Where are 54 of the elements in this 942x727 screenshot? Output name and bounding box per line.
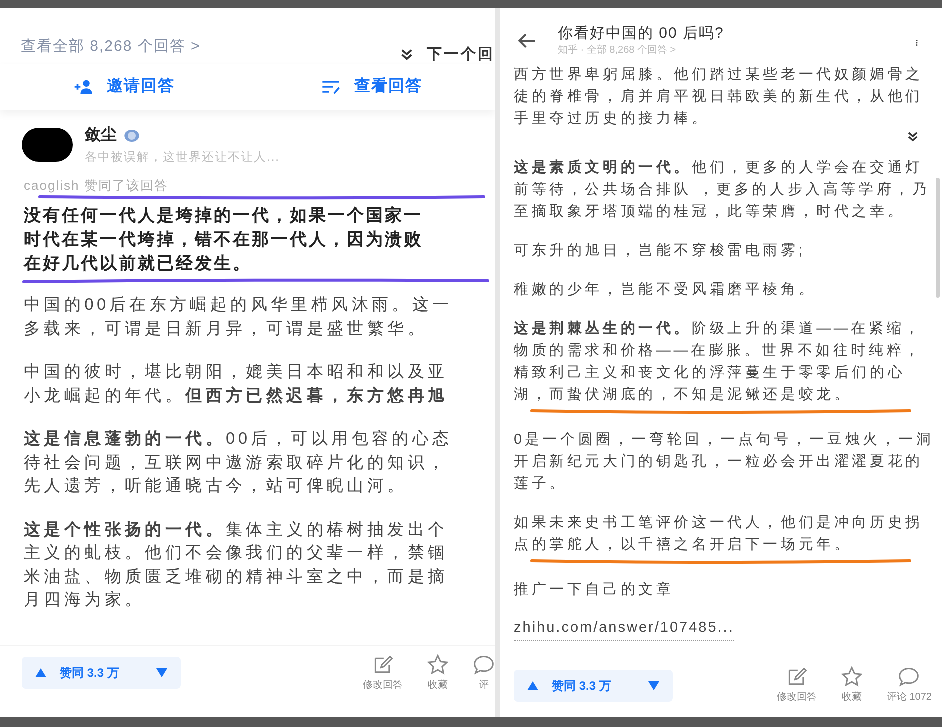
answer-paragraph: 如果未来史书工笔评价这一代人，他们是冲向历史拐点的掌舵人，以千禧之名开启下一场元年。 <box>514 514 924 555</box>
answer-lead-line: 没有任何一代人是垮掉的一代，如果一个国家一 <box>24 205 423 227</box>
upvote-count: 赞同 3.3 万 <box>60 665 120 682</box>
answer-paragraph: 这是素质文明的一代。他们，更多的人学会在交通灯前等待，公共场合排队 ，更多的人步入高等学府，乃至摘取象牙塔顶端的桂冠，此等荣膺，时代之幸。 <box>514 158 932 222</box>
upvote-activity: caoglish 赞同了该回答 <box>24 178 168 194</box>
comment-icon[interactable] <box>898 666 920 688</box>
star-icon[interactable] <box>840 666 863 688</box>
answer-paragraph: 稚嫩的少年，岂能不受风霜磨平棱角。 <box>514 280 818 300</box>
answer-paragraph: 西方世界卑躬屈膝。他们踏过某些老一代奴颜媚骨之徒的脊椎骨，肩并肩平视日韩欧美的新生代，从他们手里夺过历史的接力棒。 <box>514 66 924 129</box>
next-answer-link[interactable]: 下一个回 <box>427 44 495 66</box>
answer-text-line: 中国的00后在东方崛起的风华里栉风沐雨。这一 <box>24 295 454 316</box>
upvote-icon <box>526 680 540 692</box>
question-subtitle[interactable]: 知乎 · 全部 8,268 个回答 > <box>558 44 724 58</box>
upvote-icon <box>34 667 48 679</box>
action-button[interactable]: 查看回答 <box>248 64 495 110</box>
avatar[interactable] <box>22 128 73 162</box>
answer-paragraph: 0是一个圆圈，一弯轮回，一点句号，一豆烛火，一洞开启新纪元大门的钥匙孔，一粒必会开出濯濯夏花的莲子。 <box>514 430 936 494</box>
downvote-icon[interactable] <box>647 680 662 692</box>
answer-text-line: 月四海为家。 <box>24 590 146 611</box>
answer-paragraph: 可东升的旭日，岂能不穿梭雷电雨雾; <box>514 242 807 261</box>
upvote-count: 赞同 3.3 万 <box>552 678 612 694</box>
answer-paragraph: 这是荆棘丛生的一代。阶级上升的渠道——在紧缩，物质的需求和价格——在膨胀。世界不如往时纯粹，精致利己主义和丧文化的浮萍蔓生于零零后们的心湖，而蛰伏湖底的，不知是泥鳅还是蛟龙。 <box>514 320 924 405</box>
action-label[interactable]: 修改回答 <box>363 678 403 692</box>
action-label[interactable]: 评论 1072 <box>886 690 932 705</box>
action-label[interactable]: 修改回答 <box>776 690 817 705</box>
double-chevron-icon[interactable] <box>906 130 920 144</box>
answer-text-line: 中国的彼时，堪比朝阳，媲美日本昭和和以及亚 <box>24 362 450 383</box>
author-bio: 各中被误解，这世界还让不让人... <box>85 149 280 166</box>
all-answers-link[interactable]: 查看全部 8,268 个回答 > <box>21 36 201 58</box>
question-title: 你看好中国的 00 后吗? <box>558 24 724 44</box>
answer-text-line: 这是信息蓬勃的一代。00后，可以用包容的心态 <box>24 428 454 450</box>
answer-text-line: 小龙崛起的年代。但西方已然迟暮，东方悠冉旭 <box>24 386 450 406</box>
scrollbar[interactable] <box>936 178 940 298</box>
answer-lead-line: 在好几代以前就已经发生。 <box>24 253 252 275</box>
answer-paragraph: 推广一下自己的文章 <box>514 580 676 600</box>
action-label[interactable]: 评 <box>479 678 489 692</box>
answer-text-line: 待社会问题，互联网中遨游索取碎片化的知识， <box>24 452 450 474</box>
star-icon[interactable] <box>427 654 449 676</box>
action-label[interactable]: 收藏 <box>842 690 862 705</box>
vote-pill[interactable]: 赞同 3.3 万 <box>22 657 182 689</box>
answer-text-line: 多载来，可谓是日新月异，可谓是盛世繁华。 <box>24 318 429 340</box>
answer-text-line: 米油盐、物质匮乏堆砌的精神斗室之中，而是摘 <box>24 566 450 588</box>
author-name[interactable]: 敛尘 <box>85 124 117 148</box>
action-button[interactable]: 邀请回答 <box>0 64 248 110</box>
answer-text-line: 主义的虬枝。他们不会像我们的父辈一样，禁锢 <box>24 543 450 564</box>
vote-pill[interactable]: 赞同 3.3 万 <box>514 670 674 702</box>
answer-link[interactable]: zhihu.com/answer/107485... <box>514 618 734 641</box>
answer-text-line: 先人遗芳，听能通晓古今，站可俾睨山河。 <box>24 476 409 497</box>
comment-icon[interactable] <box>473 654 495 676</box>
edit-icon[interactable] <box>372 654 394 676</box>
action-label[interactable]: 收藏 <box>428 678 448 692</box>
downvote-icon[interactable] <box>155 667 170 679</box>
answer-lead-line: 时代在某一代垮掉，错不在那一代人，因为溃败 <box>24 229 423 251</box>
answer-text-line: 这是个性张扬的一代。集体主义的椿树抽发出个 <box>24 520 450 540</box>
